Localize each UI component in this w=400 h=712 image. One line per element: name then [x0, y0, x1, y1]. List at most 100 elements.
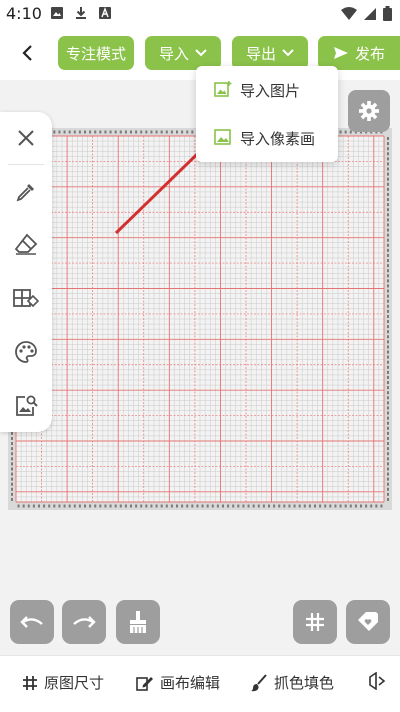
ruler-mark: [165, 504, 168, 508]
ruler-mark: [186, 130, 189, 134]
canvas-edit-tab[interactable]: 画布编辑: [136, 672, 220, 693]
add-image-icon: [214, 81, 232, 97]
image-icon: [51, 7, 63, 19]
ruler-mark: [387, 472, 389, 476]
chevron-down-icon: [195, 49, 207, 57]
ruler-mark: [237, 504, 240, 508]
ruler-mark: [387, 264, 389, 268]
ruler-mark: [387, 304, 389, 308]
ruler-mark: [135, 130, 138, 134]
edit-icon: [136, 676, 153, 691]
ruler-mark: [387, 477, 389, 481]
ruler-mark: [273, 504, 276, 508]
ruler-mark: [109, 504, 112, 508]
grid-toggle-button[interactable]: [293, 600, 337, 644]
ruler-mark: [17, 504, 20, 508]
ruler-mark: [380, 504, 383, 508]
ruler-mark: [387, 233, 389, 237]
settings-button[interactable]: [348, 90, 390, 132]
publish-label: 发布: [354, 44, 385, 63]
import-pixel-art-item[interactable]: 导入像素画: [196, 118, 338, 158]
ruler-mark: [94, 504, 97, 508]
ruler-mark: [334, 504, 337, 508]
fill-area-button[interactable]: [0, 278, 52, 322]
ruler-mark: [43, 504, 46, 508]
ruler-mark: [375, 504, 378, 508]
import-image-label: 导入图片: [240, 82, 301, 100]
eyedropper-icon: [16, 184, 34, 202]
ruler-mark: [387, 162, 389, 166]
ruler-mark: [387, 391, 389, 395]
status-bar: 4:10: [0, 0, 400, 28]
ruler-mark: [387, 172, 389, 176]
clear-button[interactable]: [116, 600, 160, 644]
ruler-mark: [387, 386, 389, 390]
pixel-grid-canvas[interactable]: [8, 128, 392, 510]
redo-button[interactable]: [62, 600, 106, 644]
import-image-item[interactable]: 导入图片: [196, 70, 338, 110]
ruler-mark: [191, 130, 194, 134]
back-button[interactable]: [12, 38, 42, 68]
close-tools-button[interactable]: [0, 116, 52, 160]
ruler-mark: [63, 504, 66, 508]
canvas-edit-label: 画布编辑: [160, 674, 221, 692]
ruler-mark: [73, 504, 76, 508]
tag-button[interactable]: [346, 600, 390, 644]
ruler-mark: [145, 130, 148, 134]
ruler-mark: [262, 504, 265, 508]
ruler-mark: [387, 208, 389, 212]
ruler-mark: [78, 130, 81, 134]
palette-button[interactable]: [0, 330, 52, 374]
ruler-mark: [181, 504, 184, 508]
ruler-mark: [104, 504, 107, 508]
ruler-mark: [130, 130, 132, 134]
ruler-mark: [227, 504, 230, 508]
eyedropper-button[interactable]: [0, 170, 52, 214]
eraser-icon: [14, 233, 38, 255]
download-icon: [76, 7, 86, 19]
ruler-mark: [387, 213, 389, 217]
ruler-mark: [387, 198, 389, 202]
original-size-tab[interactable]: 原图尺寸: [22, 672, 104, 693]
ruler-mark: [11, 477, 13, 481]
image-search-icon: [16, 395, 38, 416]
export-button[interactable]: 导出: [232, 36, 308, 70]
ruler-mark: [387, 462, 389, 466]
ruler-mark: [196, 504, 199, 508]
original-size-label: 原图尺寸: [44, 674, 105, 692]
ruler-mark: [387, 274, 389, 278]
ruler-mark: [170, 130, 173, 134]
ruler-mark: [94, 130, 97, 134]
ruler-mark: [11, 497, 13, 501]
ruler-mark: [387, 421, 389, 425]
ruler-mark: [222, 504, 224, 508]
ruler-mark: [387, 223, 389, 227]
focus-mode-button[interactable]: 专注模式: [58, 36, 134, 70]
system-icons: [341, 6, 392, 21]
ruler-mark: [232, 504, 235, 508]
ruler-mark: [387, 360, 389, 364]
ruler-mark: [242, 504, 245, 508]
image-search-button[interactable]: [0, 384, 52, 428]
undo-button[interactable]: [10, 600, 54, 644]
more-tab[interactable]: [368, 672, 386, 690]
ruler-mark: [58, 130, 61, 134]
ruler-mark: [206, 504, 209, 508]
ruler-mark: [387, 284, 389, 288]
ruler-mark: [387, 259, 389, 263]
eraser-button[interactable]: [0, 222, 52, 266]
ruler-mark: [114, 130, 117, 134]
import-button[interactable]: 导入: [145, 36, 221, 70]
pick-color-fill-tab[interactable]: 抓色填色: [250, 672, 334, 693]
ruler-mark: [293, 504, 296, 508]
ruler-mark: [84, 130, 86, 134]
ruler-mark: [150, 130, 153, 134]
close-icon: [18, 130, 34, 146]
gear-icon: [359, 101, 379, 121]
ruler-mark: [387, 152, 389, 156]
publish-button[interactable]: 发布: [318, 36, 400, 70]
ruler-mark: [53, 504, 56, 508]
image-icon: [214, 129, 231, 145]
ruler-mark: [257, 504, 260, 508]
ruler-mark: [170, 504, 173, 508]
